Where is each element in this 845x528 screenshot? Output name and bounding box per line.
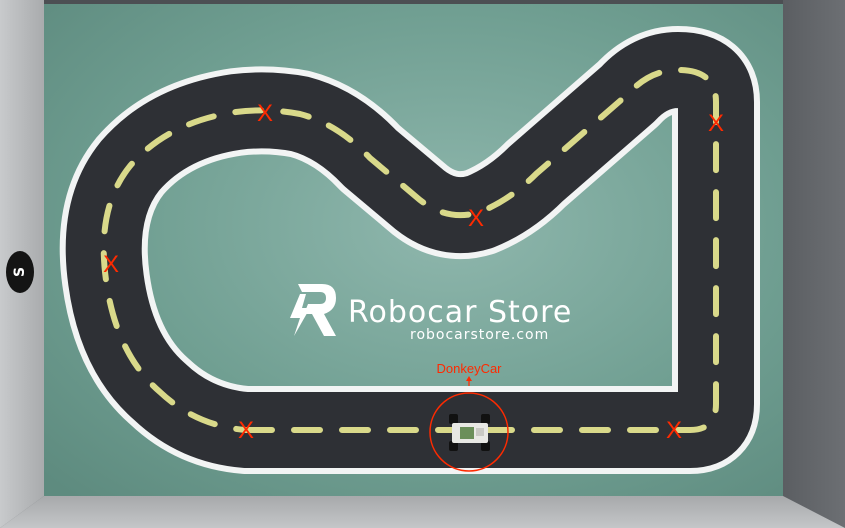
checkpoint-marker: X bbox=[238, 417, 254, 444]
side-sign: S bbox=[6, 251, 34, 293]
side-sign-text: S bbox=[12, 266, 28, 278]
checkpoint-marker: X bbox=[708, 110, 724, 137]
simulator-scene: Robocar Store robocarstore.com X X X X X… bbox=[0, 0, 845, 528]
floor-strip bbox=[0, 496, 845, 528]
store-name: Robocar Store bbox=[348, 295, 572, 330]
right-wall bbox=[783, 0, 845, 528]
checkpoint-marker: X bbox=[666, 417, 682, 444]
store-url: robocarstore.com bbox=[410, 327, 549, 343]
car-label: DonkeyCar bbox=[436, 361, 502, 376]
top-wall-strip bbox=[44, 0, 783, 4]
checkpoint-marker: X bbox=[103, 251, 119, 278]
checkpoint-marker: X bbox=[468, 205, 484, 232]
checkpoint-marker: X bbox=[257, 100, 273, 127]
